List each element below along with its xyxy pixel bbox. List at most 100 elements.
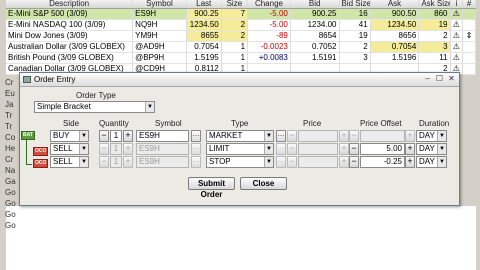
- side-select[interactable]: BUY ▼: [50, 130, 89, 142]
- quote-row[interactable]: Mini Dow Jones (3/09) YM9H 8655 2 -89 8654 19 8…: [6, 31, 477, 42]
- minimize-icon[interactable]: –: [423, 75, 432, 84]
- col-description[interactable]: Description: [6, 0, 134, 8]
- hidden-row-label: Cr: [5, 78, 14, 87]
- offset-increment-button: +: [405, 130, 415, 142]
- side-header: Side: [63, 119, 80, 128]
- quantity-decrement-button: −: [99, 156, 109, 168]
- cell-change: +0.0083: [248, 53, 291, 63]
- symbol-lookup-button: …: [191, 143, 201, 155]
- cell-bid-size: 3: [340, 53, 371, 63]
- cell-bid-size: 2: [340, 42, 371, 52]
- col-size[interactable]: Size: [222, 0, 249, 8]
- chevron-down-icon: ▼: [264, 144, 273, 154]
- symbol-lookup-button[interactable]: …: [191, 130, 201, 142]
- warning-icon[interactable]: ⚠: [451, 31, 464, 41]
- cell-description: E-Mini S&P 500 (3/09): [6, 9, 134, 19]
- quantity-increment-button[interactable]: +: [123, 130, 133, 142]
- quote-row[interactable]: British Pound (3/09 GLOBEX) @BP9H 1.5195 1 +…: [6, 53, 477, 64]
- symbol-input[interactable]: ES9H: [136, 130, 189, 142]
- cell-change: -5.00: [248, 9, 291, 19]
- order-type-row-select[interactable]: MARKET ▼: [206, 130, 274, 142]
- quantity-header: Quantity: [99, 119, 129, 128]
- offset-increment-button[interactable]: +: [405, 156, 415, 168]
- col-ask[interactable]: Ask: [371, 0, 420, 8]
- duration-value: DAY: [419, 144, 435, 153]
- tick-arrow-icon: ⇕: [463, 31, 477, 41]
- quote-row[interactable]: Australian Dollar (3/09 GLOBEX) @AD9H 0.70…: [6, 42, 477, 53]
- type-value: MARKET: [209, 131, 243, 140]
- chevron-down-icon: ▼: [437, 144, 446, 154]
- col-bid-size[interactable]: Bid Size: [340, 0, 371, 8]
- hidden-row-label: Go: [5, 221, 16, 230]
- quantity-input: 1: [110, 143, 122, 155]
- tick-arrow-icon: [463, 53, 477, 63]
- price-offset-header: Price Offset: [360, 119, 402, 128]
- quote-row[interactable]: E-Mini NASDAQ 100 (3/09) NQ9H 1234.50 2 -5.0…: [6, 20, 477, 31]
- quantity-input[interactable]: 1: [110, 130, 122, 142]
- cell-symbol: NQ9H: [133, 20, 187, 30]
- col-symbol[interactable]: Symbol: [133, 0, 187, 8]
- tick-arrow-icon: [463, 42, 477, 52]
- price-input: [298, 143, 338, 155]
- dialog-title: Order Entry: [34, 75, 76, 84]
- order-type-select[interactable]: Simple Bracket ▼: [34, 101, 155, 113]
- quote-header-row: Description Symbol Last Size Change Bid …: [6, 0, 476, 9]
- hidden-row-label: Ja: [5, 100, 14, 109]
- order-type-label: Order Type: [76, 91, 116, 100]
- col-bid[interactable]: Bid: [291, 0, 340, 8]
- cell-ask-size: 11: [419, 53, 451, 63]
- col-info[interactable]: i: [451, 0, 464, 8]
- close-button[interactable]: Close: [240, 177, 287, 190]
- offset-decrement-button[interactable]: −: [349, 143, 359, 155]
- cell-change: -89: [248, 31, 291, 41]
- cell-bid: 1.5191: [291, 53, 340, 63]
- duration-select[interactable]: DAY ▼: [416, 130, 447, 142]
- cell-size: 2: [221, 20, 249, 30]
- dialog-titlebar[interactable]: Order Entry – ☐ ✕: [20, 73, 459, 87]
- close-icon[interactable]: ✕: [447, 75, 456, 84]
- hidden-row-label: Go: [5, 188, 16, 197]
- duration-value: DAY: [419, 131, 435, 140]
- cell-ask: 0.7054: [370, 42, 420, 52]
- cell-ask: 1.5196: [371, 53, 420, 63]
- warning-icon[interactable]: ⚠: [451, 42, 464, 52]
- chevron-down-icon: ▼: [79, 131, 88, 141]
- cell-size: 7: [221, 9, 249, 19]
- cell-ask-size: 3: [419, 42, 451, 52]
- quantity-decrement-button[interactable]: −: [99, 130, 109, 142]
- price-decrement-button: −: [287, 130, 297, 142]
- hidden-row-label: Go: [5, 210, 16, 219]
- type-options-button[interactable]: …: [276, 130, 286, 142]
- warning-icon[interactable]: ⚠: [451, 20, 464, 30]
- hidden-row-label: Ga: [5, 177, 16, 186]
- quantity-increment-button: +: [123, 143, 133, 155]
- hidden-row-label: Eu: [5, 89, 15, 98]
- quantity-decrement-button: −: [99, 143, 109, 155]
- col-number[interactable]: #: [463, 0, 476, 8]
- col-last[interactable]: Last: [187, 0, 222, 8]
- cell-bid: 8654: [291, 31, 340, 41]
- type-options-button: …: [276, 156, 286, 168]
- warning-icon[interactable]: ⚠: [451, 53, 464, 63]
- col-ask-size[interactable]: Ask Size: [419, 0, 451, 8]
- bat-tag: BAT: [21, 131, 35, 140]
- maximize-icon[interactable]: ☐: [435, 75, 444, 84]
- price-decrement-button: −: [287, 143, 297, 155]
- submit-order-button[interactable]: Submit Order: [188, 177, 235, 199]
- chevron-down-icon: ▼: [79, 144, 88, 154]
- symbol-input: ES9H: [136, 156, 189, 168]
- order-type-row-select: LIMIT ▼: [206, 143, 274, 155]
- quantity-increment-button: +: [123, 156, 133, 168]
- price-offset-input[interactable]: 5.00: [360, 143, 405, 155]
- chevron-down-icon: ▼: [145, 102, 154, 112]
- warning-icon[interactable]: ⚠: [451, 9, 464, 19]
- offset-increment-button[interactable]: +: [405, 143, 415, 155]
- price-offset-input[interactable]: -0.25: [360, 156, 405, 168]
- cell-last: 1.5195: [187, 53, 222, 63]
- cell-symbol: @BP9H: [133, 53, 187, 63]
- col-change[interactable]: Change: [248, 0, 291, 8]
- cell-symbol: YM9H: [133, 31, 187, 41]
- quote-row[interactable]: E-Mini S&P 500 (3/09) ES9H 900.25 7 -5.00 900…: [6, 9, 477, 20]
- offset-decrement-button[interactable]: −: [349, 156, 359, 168]
- order-type-value: Simple Bracket: [37, 102, 91, 111]
